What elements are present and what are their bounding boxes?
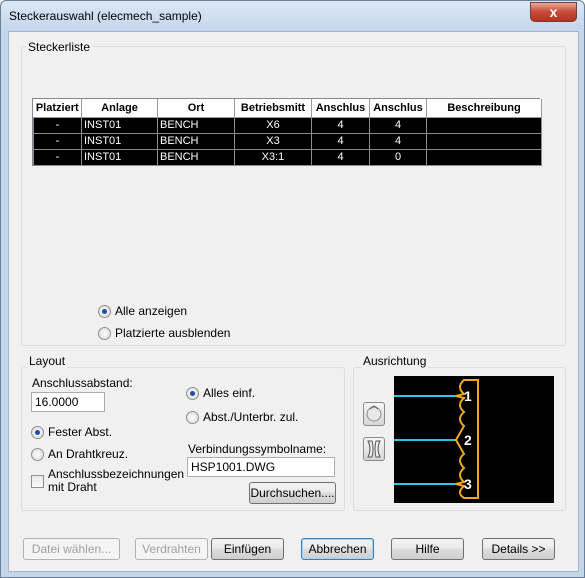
cell-ort: BENCH bbox=[157, 132, 235, 150]
cell-beschreibung bbox=[426, 148, 542, 166]
cell-betriebsmittel: X3 bbox=[234, 132, 312, 150]
pin-label-3: 3 bbox=[464, 476, 472, 492]
cell-beschreibung bbox=[426, 116, 542, 134]
cancel-button[interactable]: Abbrechen bbox=[301, 538, 374, 560]
insert-all-label: Alles einf. bbox=[203, 386, 256, 400]
table-header-row: Platziert Anlage Ort Betriebsmitt Anschl… bbox=[33, 99, 542, 118]
symbol-name-label: Verbindungssymbolname: bbox=[188, 442, 327, 456]
flip-icon bbox=[367, 440, 381, 458]
cell-betriebsmittel: X6 bbox=[234, 116, 312, 134]
table-row[interactable]: - INST01 BENCH X3 4 4 bbox=[33, 132, 542, 150]
layout-legend: Layout bbox=[27, 354, 68, 368]
at-wire-crossing-radio[interactable]: An Drahtkreuz. bbox=[31, 447, 128, 461]
cell-platziert: - bbox=[33, 116, 82, 134]
cell-ort: BENCH bbox=[157, 116, 235, 134]
show-all-radio-dot[interactable] bbox=[98, 304, 111, 318]
dialog-window: Steckerauswahl (elecmech_sample) x Steck… bbox=[0, 0, 585, 578]
fixed-spacing-label: Fester Abst. bbox=[48, 425, 113, 439]
cell-anschluss-2: 4 bbox=[369, 132, 427, 150]
rotate-icon bbox=[366, 405, 382, 422]
cell-beschreibung bbox=[426, 132, 542, 150]
cell-anschluss-1: 4 bbox=[311, 148, 370, 166]
orientation-preview: 1 2 3 bbox=[394, 376, 554, 503]
cell-anlage: INST01 bbox=[81, 116, 158, 134]
insert-all-radio-dot[interactable] bbox=[186, 386, 199, 400]
steckerliste-legend: Steckerliste bbox=[26, 40, 93, 54]
hide-placed-radio-dot[interactable] bbox=[98, 326, 111, 340]
connector-symbol-preview: 1 2 3 bbox=[394, 379, 479, 499]
table-row[interactable]: - INST01 BENCH X3:1 4 0 bbox=[33, 148, 542, 166]
cell-anlage: INST01 bbox=[81, 132, 158, 150]
wire-labels-checkbox-box[interactable] bbox=[31, 475, 44, 488]
symbol-name-input[interactable]: HSP1001.DWG bbox=[187, 457, 335, 477]
title-bar[interactable]: Steckerauswahl (elecmech_sample) x bbox=[1, 1, 584, 31]
close-button[interactable]: x bbox=[530, 2, 577, 22]
allow-gap-radio[interactable]: Abst./Unterbr. zul. bbox=[186, 410, 298, 424]
ausrichtung-legend: Ausrichtung bbox=[361, 354, 429, 368]
wire-labels-label-line2: mit Draht bbox=[48, 480, 97, 494]
cell-anlage: INST01 bbox=[81, 148, 158, 166]
window-title: Steckerauswahl (elecmech_sample) bbox=[9, 9, 202, 23]
column-header-beschreibung[interactable]: Beschreibung bbox=[426, 99, 542, 118]
allow-gap-radio-dot[interactable] bbox=[186, 410, 199, 424]
allow-gap-label: Abst./Unterbr. zul. bbox=[203, 410, 299, 424]
table-row[interactable]: - INST01 BENCH X6 4 4 bbox=[33, 116, 542, 134]
cell-platziert: - bbox=[33, 148, 82, 166]
pick-file-button[interactable]: Datei wählen... bbox=[23, 538, 120, 560]
hide-placed-radio[interactable]: Platzierte ausblenden bbox=[98, 326, 230, 340]
help-button[interactable]: Hilfe bbox=[391, 538, 464, 560]
cell-platziert: - bbox=[33, 132, 82, 150]
rotate-button[interactable] bbox=[363, 402, 385, 426]
pin-label-1: 1 bbox=[464, 388, 472, 404]
column-header-anschluss-2[interactable]: Anschlus bbox=[369, 99, 427, 118]
spacing-input[interactable]: 16.0000 bbox=[31, 392, 105, 412]
at-wire-crossing-radio-dot[interactable] bbox=[31, 447, 44, 461]
insert-all-radio[interactable]: Alles einf. bbox=[186, 386, 255, 400]
preview-wires bbox=[394, 395, 456, 485]
hide-placed-label: Platzierte ausblenden bbox=[115, 326, 231, 340]
wire-labels-label: Anschlussbezeichnungen mit Draht bbox=[48, 468, 184, 494]
steckerliste-group bbox=[21, 46, 566, 346]
cell-anschluss-2: 0 bbox=[369, 148, 427, 166]
at-wire-crossing-label: An Drahtkreuz. bbox=[48, 447, 129, 461]
column-header-ort[interactable]: Ort bbox=[157, 99, 235, 118]
column-header-anschluss-1[interactable]: Anschlus bbox=[311, 99, 370, 118]
show-all-label: Alle anzeigen bbox=[115, 304, 188, 318]
pin-label-2: 2 bbox=[464, 432, 472, 448]
wire-labels-label-line1: Anschlussbezeichnungen bbox=[48, 467, 185, 481]
cell-ort: BENCH bbox=[157, 148, 235, 166]
cell-anschluss-1: 4 bbox=[311, 116, 370, 134]
cell-anschluss-2: 4 bbox=[369, 116, 427, 134]
spacing-label: Anschlussabstand: bbox=[32, 376, 133, 390]
details-button[interactable]: Details >> bbox=[482, 538, 555, 560]
show-all-radio[interactable]: Alle anzeigen bbox=[98, 304, 187, 318]
column-header-anlage[interactable]: Anlage bbox=[81, 99, 158, 118]
fixed-spacing-radio-dot[interactable] bbox=[31, 425, 44, 439]
column-header-platziert[interactable]: Platziert bbox=[33, 99, 82, 118]
fixed-spacing-radio[interactable]: Fester Abst. bbox=[31, 425, 112, 439]
wire-button[interactable]: Verdrahten bbox=[135, 538, 208, 560]
cell-betriebsmittel: X3:1 bbox=[234, 148, 312, 166]
wire-labels-checkbox[interactable]: Anschlussbezeichnungen mit Draht bbox=[31, 468, 184, 494]
browse-button[interactable]: Durchsuchen.... bbox=[249, 482, 336, 504]
cell-anschluss-1: 4 bbox=[311, 132, 370, 150]
connector-table[interactable]: Platziert Anlage Ort Betriebsmitt Anschl… bbox=[32, 98, 542, 166]
column-header-betriebsmittel[interactable]: Betriebsmitt bbox=[234, 99, 312, 118]
flip-button[interactable] bbox=[363, 437, 385, 461]
insert-button[interactable]: Einfügen bbox=[211, 538, 284, 560]
